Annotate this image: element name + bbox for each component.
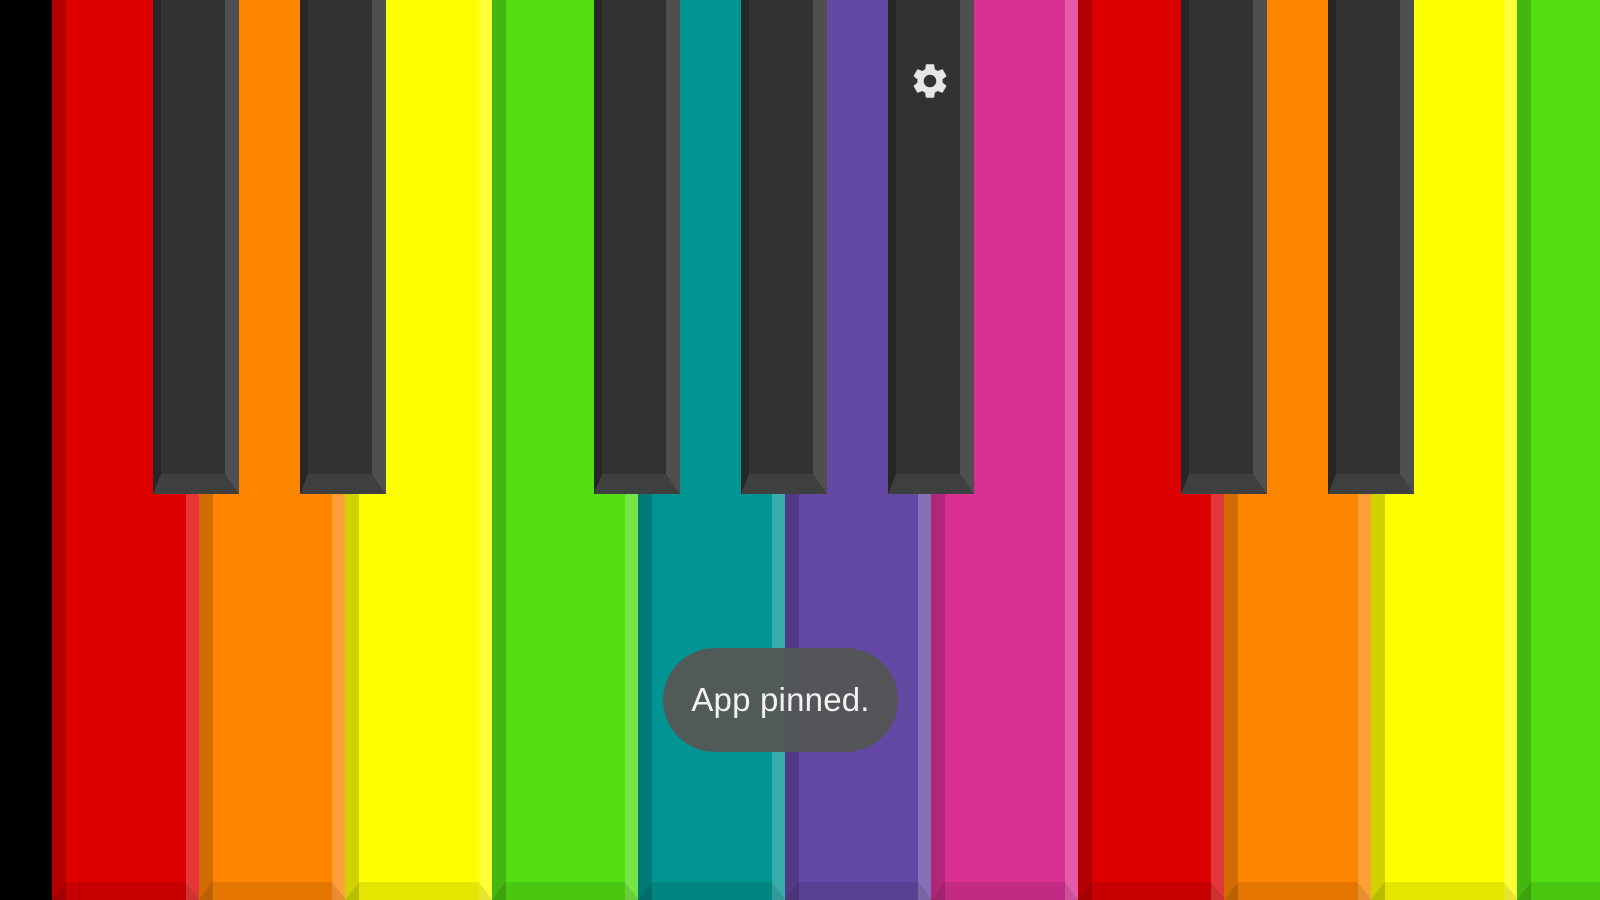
black-key-d-sharp-7[interactable] bbox=[1328, 0, 1414, 494]
black-key-d-sharp-2[interactable] bbox=[300, 0, 386, 494]
white-key-f-11[interactable] bbox=[1517, 0, 1600, 900]
settings-button[interactable] bbox=[909, 60, 951, 102]
black-key-c-sharp-6[interactable] bbox=[1181, 0, 1267, 494]
black-key-c-sharp-1[interactable] bbox=[153, 0, 239, 494]
black-key-f-sharp-3[interactable] bbox=[594, 0, 680, 494]
black-key-g-sharp-4[interactable] bbox=[741, 0, 827, 494]
toast-app-pinned: App pinned. bbox=[663, 648, 898, 752]
gear-icon bbox=[909, 60, 951, 102]
piano-screen: App pinned. bbox=[0, 0, 1600, 900]
